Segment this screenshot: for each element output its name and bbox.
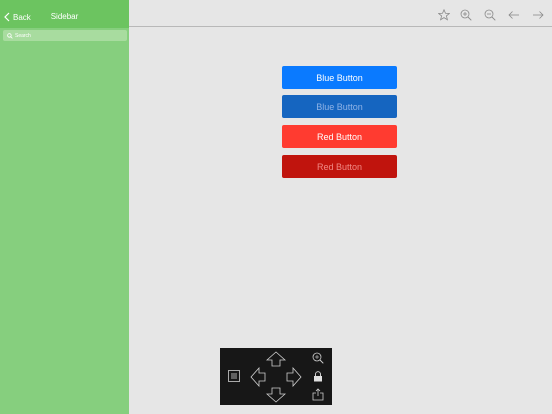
arrow-left-icon[interactable]: [508, 9, 520, 21]
lock-icon[interactable]: [313, 371, 323, 382]
control-pad: [220, 348, 332, 405]
search-input[interactable]: [15, 32, 115, 39]
blue-button-disabled[interactable]: Blue Button: [282, 95, 397, 118]
blue-button[interactable]: Blue Button: [282, 66, 397, 89]
arrow-down-icon[interactable]: [266, 387, 286, 403]
search-icon: [7, 32, 13, 39]
search-box[interactable]: [3, 30, 127, 41]
arrow-right-icon[interactable]: [286, 367, 302, 387]
star-icon[interactable]: [438, 9, 450, 21]
red-button-disabled[interactable]: Red Button: [282, 155, 397, 178]
sidebar-header: Back Sidebar: [0, 0, 129, 28]
sidebar: Back Sidebar: [0, 0, 129, 414]
list-icon[interactable]: [228, 370, 240, 382]
toolbar: [129, 0, 552, 27]
zoom-icon[interactable]: [312, 352, 324, 364]
arrow-up-icon[interactable]: [266, 351, 286, 367]
share-icon[interactable]: [312, 388, 324, 401]
arrow-left-icon[interactable]: [250, 367, 266, 387]
zoom-out-icon[interactable]: [484, 9, 496, 21]
red-button[interactable]: Red Button: [282, 125, 397, 148]
zoom-in-icon[interactable]: [460, 9, 472, 21]
arrow-right-icon[interactable]: [532, 9, 544, 21]
sidebar-title: Sidebar: [50, 12, 79, 21]
